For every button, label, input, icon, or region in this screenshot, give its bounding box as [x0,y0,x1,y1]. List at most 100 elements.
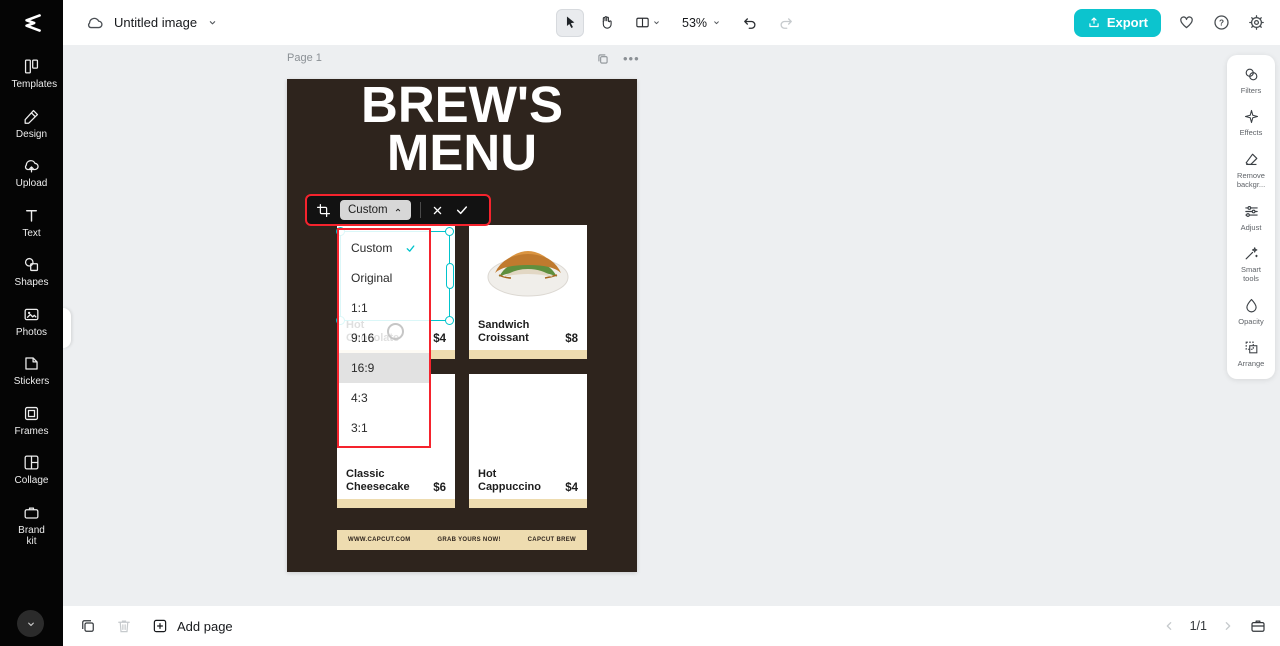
ratio-option-1-1[interactable]: 1:1 [339,293,429,323]
ratio-option-label: Original [351,271,393,285]
chevron-down-icon[interactable] [206,16,219,29]
ratio-dropdown-button[interactable]: Custom [340,200,411,220]
sidebar-item-text[interactable]: Text [22,206,41,240]
document-title[interactable]: Untitled image [114,15,197,30]
collage-icon [22,453,41,472]
ratio-option-label: 16:9 [351,361,375,375]
confirm-crop-icon[interactable] [454,202,470,218]
duplicate-page-icon[interactable] [79,617,97,635]
cancel-crop-icon[interactable] [430,203,445,218]
sidebar-collapse-button[interactable] [17,610,44,637]
ratio-option-label: 9:16 [351,331,375,345]
crop-icon [316,203,331,218]
resource-box-icon[interactable] [1249,617,1267,635]
ratio-option-custom[interactable]: Custom [339,233,429,263]
ratio-option-label: 4:3 [351,391,368,405]
bottombar-right: 1/1 [1161,606,1267,646]
undo-icon [741,14,759,32]
sidebar-item-label: Photos [15,326,48,338]
topbar-right: Export ? [1073,0,1266,45]
effects-icon [1243,108,1260,125]
sidebar-item-collage[interactable]: Collage [14,453,49,487]
rotate-handle[interactable] [387,323,404,340]
redo-button[interactable] [772,9,800,37]
tool-adjust[interactable]: Adjust [1229,203,1273,232]
sidebar-item-label: Shapes [14,277,49,288]
adjust-icon [1243,203,1260,220]
canvas-size-icon [634,14,651,31]
svg-text:?: ? [1219,18,1224,28]
hand-icon [598,14,615,31]
more-options-icon[interactable]: ••• [623,52,640,65]
menu-card-hot-cappuccino[interactable]: Hot Cappuccino $4 [469,374,587,508]
tool-smart-tools[interactable]: Smart tools [1229,245,1273,284]
delete-page-icon[interactable] [115,617,133,635]
chevron-down-icon [24,617,38,631]
footer-brand: CAPCUT BREW [527,537,576,543]
card-image-area [469,374,587,469]
tool-opacity[interactable]: Opacity [1229,297,1273,326]
tool-label: Remove backgr... [1236,170,1266,190]
capcut-logo[interactable] [0,0,63,45]
tool-filters[interactable]: Filters [1229,66,1273,95]
tool-remove-background[interactable]: Remove backgr... [1229,151,1273,190]
left-sidebar: Templates Design Upload Text Shapes Phot… [0,0,63,646]
feedback-icon[interactable] [1177,13,1196,32]
footer-website: WWW.CAPCUT.COM [348,537,411,543]
select-tool-button[interactable] [556,8,584,37]
sidebar-item-design[interactable]: Design [16,107,47,141]
crop-handle-right-middle[interactable] [446,263,454,289]
ratio-option-3-1[interactable]: 3:1 [339,413,429,443]
text-icon [22,206,41,225]
page-indicator: 1/1 [1189,619,1207,633]
toolbar-divider [419,202,421,218]
sidebar-item-label: Collage [14,475,49,486]
cloud-save-icon[interactable] [85,13,105,33]
sidebar-item-upload[interactable]: Upload [16,156,47,190]
undo-button[interactable] [736,9,764,37]
menu-item-price: $8 [565,333,578,345]
zoom-control[interactable]: 53% [682,16,722,30]
export-button[interactable]: Export [1073,8,1161,37]
chevron-up-icon [393,205,403,215]
add-page-button[interactable]: Add page [151,617,233,635]
shapes-icon [22,255,41,274]
croissant-photo [469,225,587,320]
sidebar-item-label: Text [22,227,41,239]
menu-title: BREW'S MENU [287,79,637,179]
smart-tools-icon [1243,245,1260,262]
stickers-icon [22,354,41,373]
sidebar-item-stickers[interactable]: Stickers [14,354,49,388]
menu-item-price: $6 [433,482,446,494]
help-icon[interactable]: ? [1212,13,1231,32]
footer-slogan: GRAB YOURS NOW! [437,537,501,543]
hand-tool-button[interactable] [592,9,620,37]
duplicate-page-icon[interactable] [596,52,610,66]
settings-gear-icon[interactable] [1247,13,1266,32]
ratio-option-16-9[interactable]: 16:9 [339,353,429,383]
menu-item-name: Sandwich Croissant [478,319,530,345]
tool-arrange[interactable]: Arrange [1229,339,1273,368]
ratio-option-original[interactable]: Original [339,263,429,293]
sidebar-item-brand-kit[interactable]: Brand kit [14,503,50,548]
sidebar-item-label: Templates [11,79,58,90]
menu-card-sandwich-croissant[interactable]: Sandwich Croissant $8 [469,225,587,359]
next-page-icon[interactable] [1220,618,1236,634]
resize-canvas-button[interactable] [628,9,668,37]
sidebar-item-label: Design [15,128,48,140]
crop-handle-top-right[interactable] [445,227,454,236]
aspect-ratio-menu: Custom Original 1:1 9:16 16:9 4:3 3:1 [337,228,431,448]
ratio-option-9-16[interactable]: 9:16 [339,323,429,353]
card-accent-strip [469,499,587,508]
sidebar-item-frames[interactable]: Frames [15,404,48,438]
card-accent-strip [337,499,455,508]
sidebar-item-shapes[interactable]: Shapes [14,255,49,289]
sidebar-item-templates[interactable]: Templates [11,57,58,91]
ratio-option-4-3[interactable]: 4:3 [339,383,429,413]
sidebar-panel-handle[interactable] [63,308,71,348]
previous-page-icon[interactable] [1161,618,1177,634]
tool-effects[interactable]: Effects [1229,108,1273,137]
crop-handle-bottom-right[interactable] [445,316,454,325]
topbar-tools: 53% [556,0,800,45]
sidebar-item-photos[interactable]: Photos [16,305,47,339]
